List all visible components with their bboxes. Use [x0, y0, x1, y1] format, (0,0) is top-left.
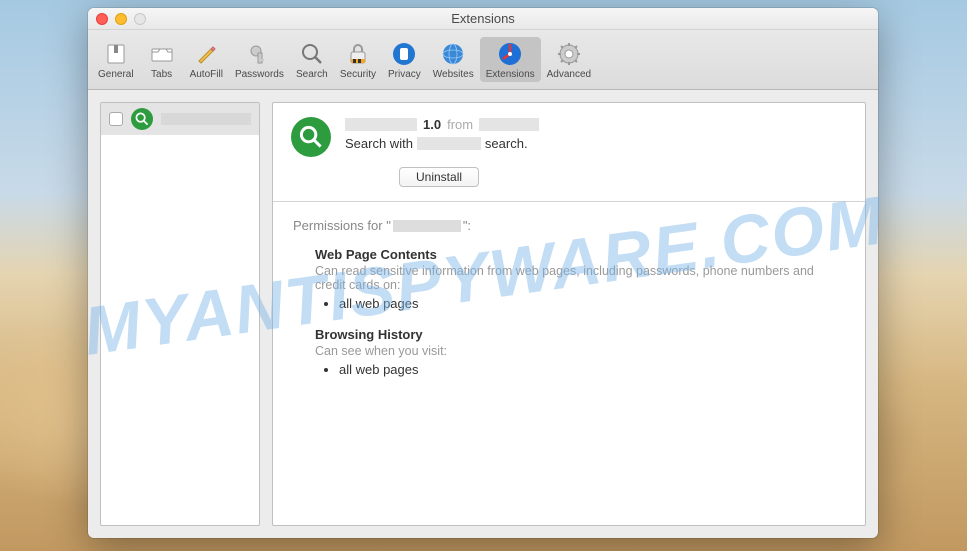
- perm-title-suffix: ":: [463, 218, 471, 233]
- tab-privacy[interactable]: Privacy: [382, 37, 427, 82]
- uninstall-button[interactable]: Uninstall: [399, 167, 479, 187]
- perm-description: Can read sensitive information from web …: [315, 264, 845, 292]
- general-icon: [102, 40, 130, 68]
- extensions-sidebar: [100, 102, 260, 526]
- extension-version: 1.0: [423, 117, 441, 132]
- tab-label: Passwords: [235, 69, 284, 80]
- perm-description: Can see when you visit:: [315, 344, 845, 358]
- preferences-toolbar: General Tabs AutoFill Passwords Search: [88, 30, 878, 90]
- tab-label: Websites: [433, 69, 474, 80]
- tab-label: General: [98, 69, 134, 80]
- perm-heading: Browsing History: [315, 327, 845, 342]
- desc-suffix: search.: [485, 136, 528, 151]
- tab-advanced[interactable]: Advanced: [541, 37, 597, 82]
- zoom-window-button[interactable]: [134, 13, 146, 25]
- content-area: 1.0 from Search with search. Uninstall: [88, 90, 878, 538]
- tab-label: Extensions: [486, 69, 535, 80]
- permission-webpage-contents: Web Page Contents Can read sensitive inf…: [315, 247, 845, 311]
- tab-passwords[interactable]: Passwords: [229, 37, 290, 82]
- extension-author-redacted: [479, 118, 539, 131]
- security-icon: [344, 40, 372, 68]
- tab-label: Tabs: [151, 69, 172, 80]
- preferences-window: Extensions General Tabs AutoFill Passwor…: [88, 8, 878, 538]
- titlebar: Extensions: [88, 8, 878, 30]
- extension-description: Search with search.: [345, 136, 847, 151]
- tab-security[interactable]: Security: [334, 37, 382, 82]
- permission-browsing-history: Browsing History Can see when you visit:…: [315, 327, 845, 377]
- tab-tabs[interactable]: Tabs: [140, 37, 184, 82]
- extension-detail-panel: 1.0 from Search with search. Uninstall: [272, 102, 866, 526]
- minimize-window-button[interactable]: [115, 13, 127, 25]
- detail-header: 1.0 from Search with search. Uninstall: [273, 103, 865, 202]
- perm-title-prefix: Permissions for ": [293, 218, 391, 233]
- permissions-section: Permissions for " ": Web Page Contents C…: [273, 202, 865, 409]
- tab-label: Privacy: [388, 69, 421, 80]
- traffic-lights: [96, 13, 146, 25]
- tab-label: Advanced: [547, 69, 591, 80]
- perm-list-item: all web pages: [339, 362, 845, 377]
- extension-detail-icon: [291, 117, 331, 157]
- extension-list-item[interactable]: [101, 103, 259, 135]
- advanced-icon: [555, 40, 583, 68]
- perm-list-item: all web pages: [339, 296, 845, 311]
- tab-search[interactable]: Search: [290, 37, 334, 82]
- extensions-icon: [496, 40, 524, 68]
- perm-heading: Web Page Contents: [315, 247, 845, 262]
- perm-name-redacted: [393, 220, 461, 232]
- tabs-icon: [148, 40, 176, 68]
- tab-label: Security: [340, 69, 376, 80]
- detail-info: 1.0 from Search with search. Uninstall: [345, 117, 847, 187]
- privacy-icon: [390, 40, 418, 68]
- extension-name-redacted: [161, 113, 251, 125]
- extension-enable-checkbox[interactable]: [109, 112, 123, 126]
- desc-prefix: Search with: [345, 136, 413, 151]
- tab-general[interactable]: General: [92, 37, 140, 82]
- tab-websites[interactable]: Websites: [427, 37, 480, 82]
- permissions-title: Permissions for " ":: [293, 218, 845, 233]
- perm-list: all web pages: [339, 296, 845, 311]
- extension-name-redacted: [345, 118, 417, 131]
- tab-autofill[interactable]: AutoFill: [184, 37, 229, 82]
- close-window-button[interactable]: [96, 13, 108, 25]
- tab-label: AutoFill: [190, 69, 223, 80]
- passwords-icon: [245, 40, 273, 68]
- search-icon: [298, 40, 326, 68]
- from-label: from: [447, 117, 473, 132]
- extension-icon: [131, 108, 153, 130]
- perm-list: all web pages: [339, 362, 845, 377]
- tab-label: Search: [296, 69, 328, 80]
- desc-name-redacted: [417, 137, 481, 150]
- autofill-icon: [192, 40, 220, 68]
- websites-icon: [439, 40, 467, 68]
- tab-extensions[interactable]: Extensions: [480, 37, 541, 82]
- window-title: Extensions: [451, 11, 515, 26]
- extension-title-row: 1.0 from: [345, 117, 847, 132]
